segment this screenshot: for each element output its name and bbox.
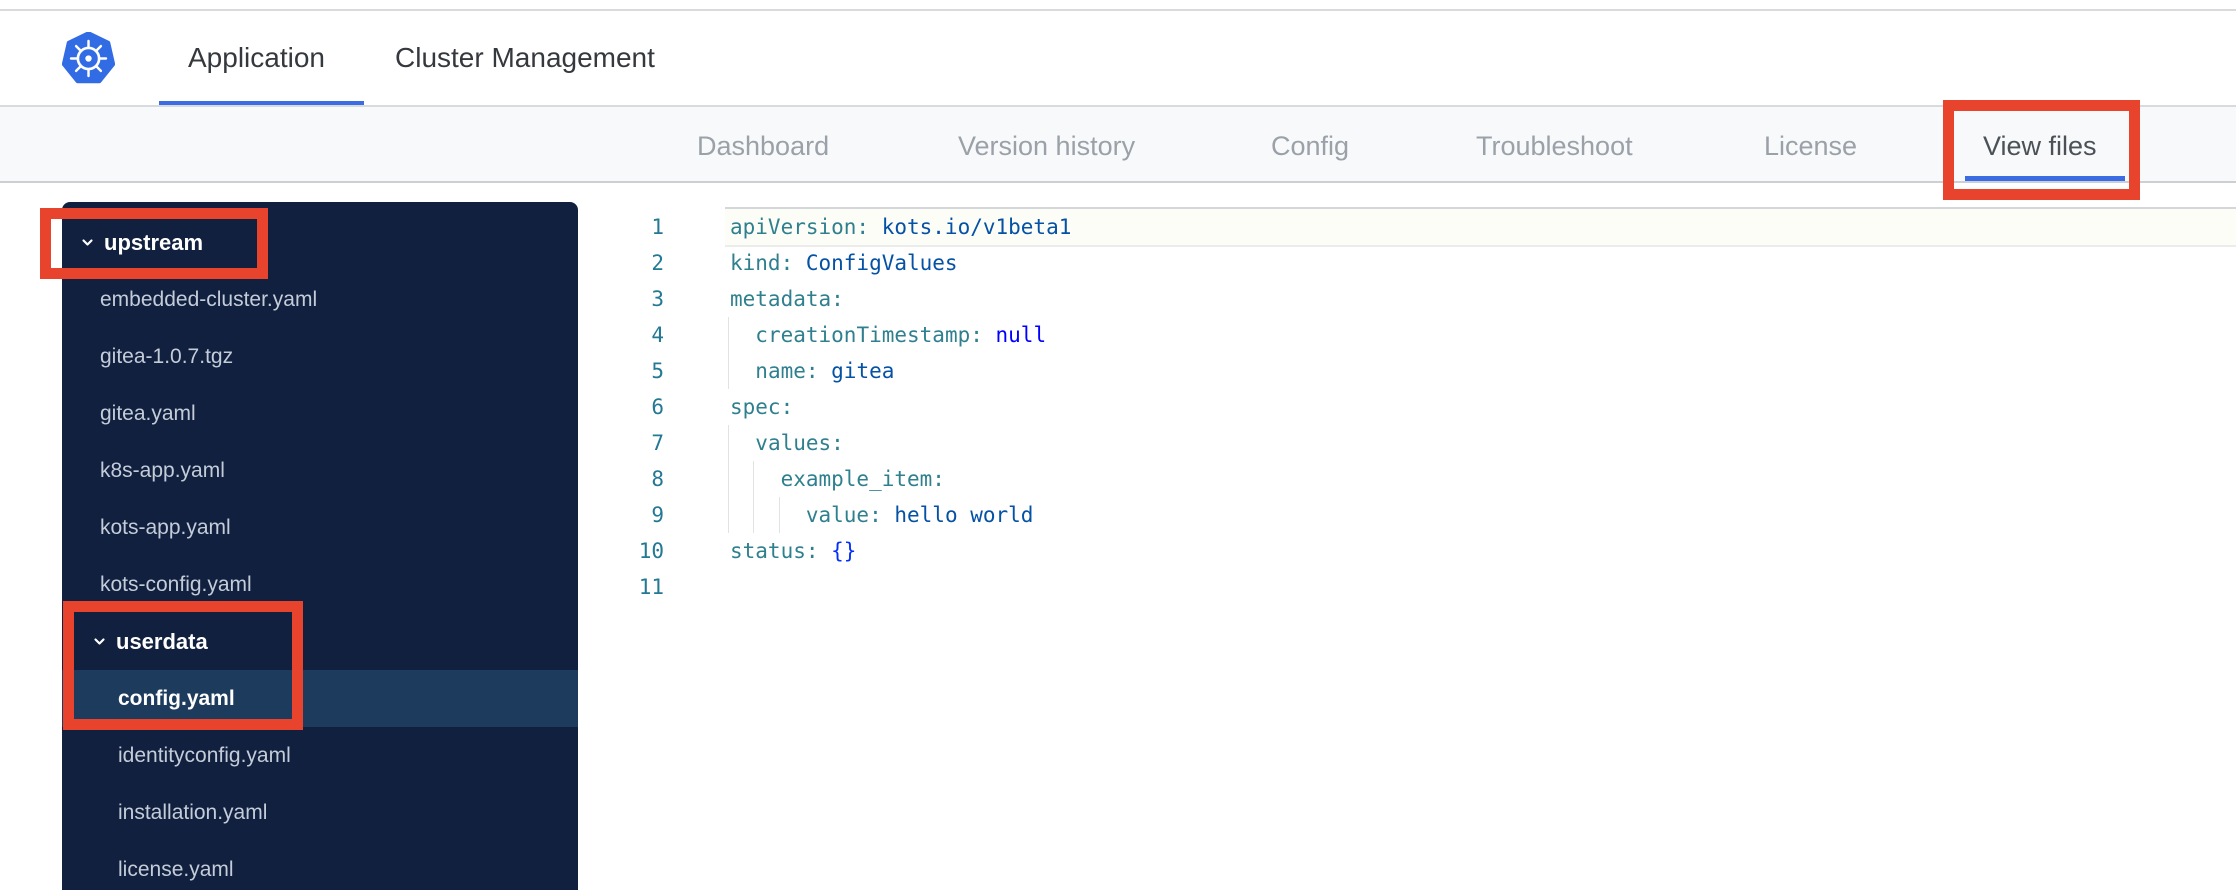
line-number: 9	[651, 503, 664, 527]
line-number: 7	[651, 431, 664, 455]
code-line-content: status: {}	[730, 539, 857, 563]
code-line-content: apiVersion: kots.io/v1beta1	[725, 207, 2236, 247]
indent-guide	[728, 353, 729, 389]
indent-guide	[728, 317, 729, 353]
tree-item-k8s-app.yaml[interactable]: k8s-app.yaml	[62, 442, 578, 499]
code-line-content: spec:	[730, 395, 794, 419]
line-number: 6	[651, 395, 664, 419]
code-line-10: 10 status: {}	[578, 533, 2236, 569]
tree-item-config.yaml[interactable]: config.yaml	[62, 670, 578, 727]
tree-item-label: kots-app.yaml	[100, 515, 231, 539]
code-line-11: 11	[578, 569, 2236, 605]
chevron-down-icon	[80, 235, 95, 250]
code-line-9: 9 value: hello world	[578, 497, 2236, 533]
code-line-5: 5 name: gitea	[578, 353, 2236, 389]
code-line-content: kind: ConfigValues	[730, 251, 958, 275]
tab-application[interactable]: Application	[188, 42, 325, 74]
code-line-content: value: hello world	[725, 497, 2236, 533]
code-line-3: 3 metadata:	[578, 281, 2236, 317]
line-number: 4	[651, 323, 664, 347]
tree-item-upstream[interactable]: upstream	[62, 214, 578, 271]
tree-item-label: k8s-app.yaml	[100, 458, 225, 482]
chevron-down-icon	[92, 634, 107, 649]
tree-item-label: config.yaml	[118, 686, 235, 710]
file-tree-sidebar: upstream embedded-cluster.yaml gitea-1.0.7…	[62, 202, 578, 890]
line-number: 10	[638, 539, 664, 563]
code-line-2: 2 kind: ConfigValues	[578, 245, 2236, 281]
code-lines: 1 apiVersion: kots.io/v1beta1 2 kind: Confi…	[578, 207, 2236, 605]
active-subnav-underline	[1965, 176, 2125, 181]
line-number: 2	[651, 251, 664, 275]
indent-guide	[753, 461, 755, 497]
indent-guide	[728, 425, 729, 461]
tree-item-label: embedded-cluster.yaml	[100, 287, 318, 311]
app-subnav: Dashboard Version history Config Troublesho…	[0, 107, 2236, 183]
indent-guide	[728, 461, 729, 497]
tree-item-kots-app.yaml[interactable]: kots-app.yaml	[62, 499, 578, 556]
indent-guide	[778, 497, 780, 533]
tree-item-label: upstream	[104, 229, 204, 255]
code-line-content	[725, 569, 2236, 605]
subnav-item-dashboard[interactable]: Dashboard	[697, 131, 829, 162]
code-editor[interactable]: 1 apiVersion: kots.io/v1beta1 2 kind: Confi…	[578, 186, 2236, 890]
top-divider	[0, 9, 2236, 11]
tree-item-gitea.yaml[interactable]: gitea.yaml	[62, 385, 578, 442]
code-line-1: 1 apiVersion: kots.io/v1beta1	[578, 207, 2236, 247]
tree-item-label: license.yaml	[118, 857, 234, 881]
tree-item-installation.yaml[interactable]: installation.yaml	[62, 784, 578, 841]
subnav-item-version-history[interactable]: Version history	[958, 131, 1135, 162]
line-number: 8	[651, 467, 664, 491]
code-line-6: 6 spec:	[578, 389, 2236, 425]
indent-guide	[728, 497, 729, 533]
subnav-item-view-files[interactable]: View files	[1983, 131, 2097, 162]
code-line-8: 8 example_item:	[578, 461, 2236, 497]
indent-guide	[753, 497, 755, 533]
tree-item-label: kots-config.yaml	[100, 572, 252, 596]
line-number: 1	[651, 215, 664, 239]
tab-cluster-management[interactable]: Cluster Management	[395, 42, 655, 74]
code-line-4: 4 creationTimestamp: null	[578, 317, 2236, 353]
tree-item-identityconfig.yaml[interactable]: identityconfig.yaml	[62, 727, 578, 784]
tree-item-label: installation.yaml	[118, 800, 268, 824]
line-number: 11	[638, 575, 664, 599]
kots-admin-console: Application Cluster Management Dashboard…	[0, 0, 2236, 890]
code-line-content: values:	[725, 425, 2236, 461]
subnav-item-troubleshoot[interactable]: Troubleshoot	[1476, 131, 1633, 162]
tree-item-embedded-cluster.yaml[interactable]: embedded-cluster.yaml	[62, 271, 578, 328]
line-number: 3	[651, 287, 664, 311]
tree-item-label: userdata	[116, 628, 208, 654]
code-line-content: metadata:	[730, 287, 844, 311]
tree-item-label: gitea-1.0.7.tgz	[100, 344, 234, 368]
subnav-item-license[interactable]: License	[1764, 131, 1857, 162]
code-line-content: example_item:	[725, 461, 2236, 497]
tree-item-label: gitea.yaml	[100, 401, 196, 425]
tree-item-license.yaml[interactable]: license.yaml	[62, 841, 578, 890]
tree-item-gitea-1.0.7.tgz[interactable]: gitea-1.0.7.tgz	[62, 328, 578, 385]
code-line-content: name: gitea	[725, 353, 2236, 389]
subnav-item-config[interactable]: Config	[1271, 131, 1349, 162]
tree-item-label: identityconfig.yaml	[118, 743, 291, 767]
code-line-content: creationTimestamp: null	[725, 317, 2236, 353]
code-line-7: 7 values:	[578, 425, 2236, 461]
kubernetes-logo-icon	[62, 32, 115, 84]
tree-item-kots-config.yaml[interactable]: kots-config.yaml	[62, 556, 578, 613]
line-number: 5	[651, 359, 664, 383]
tree-item-userdata[interactable]: userdata	[62, 613, 578, 670]
